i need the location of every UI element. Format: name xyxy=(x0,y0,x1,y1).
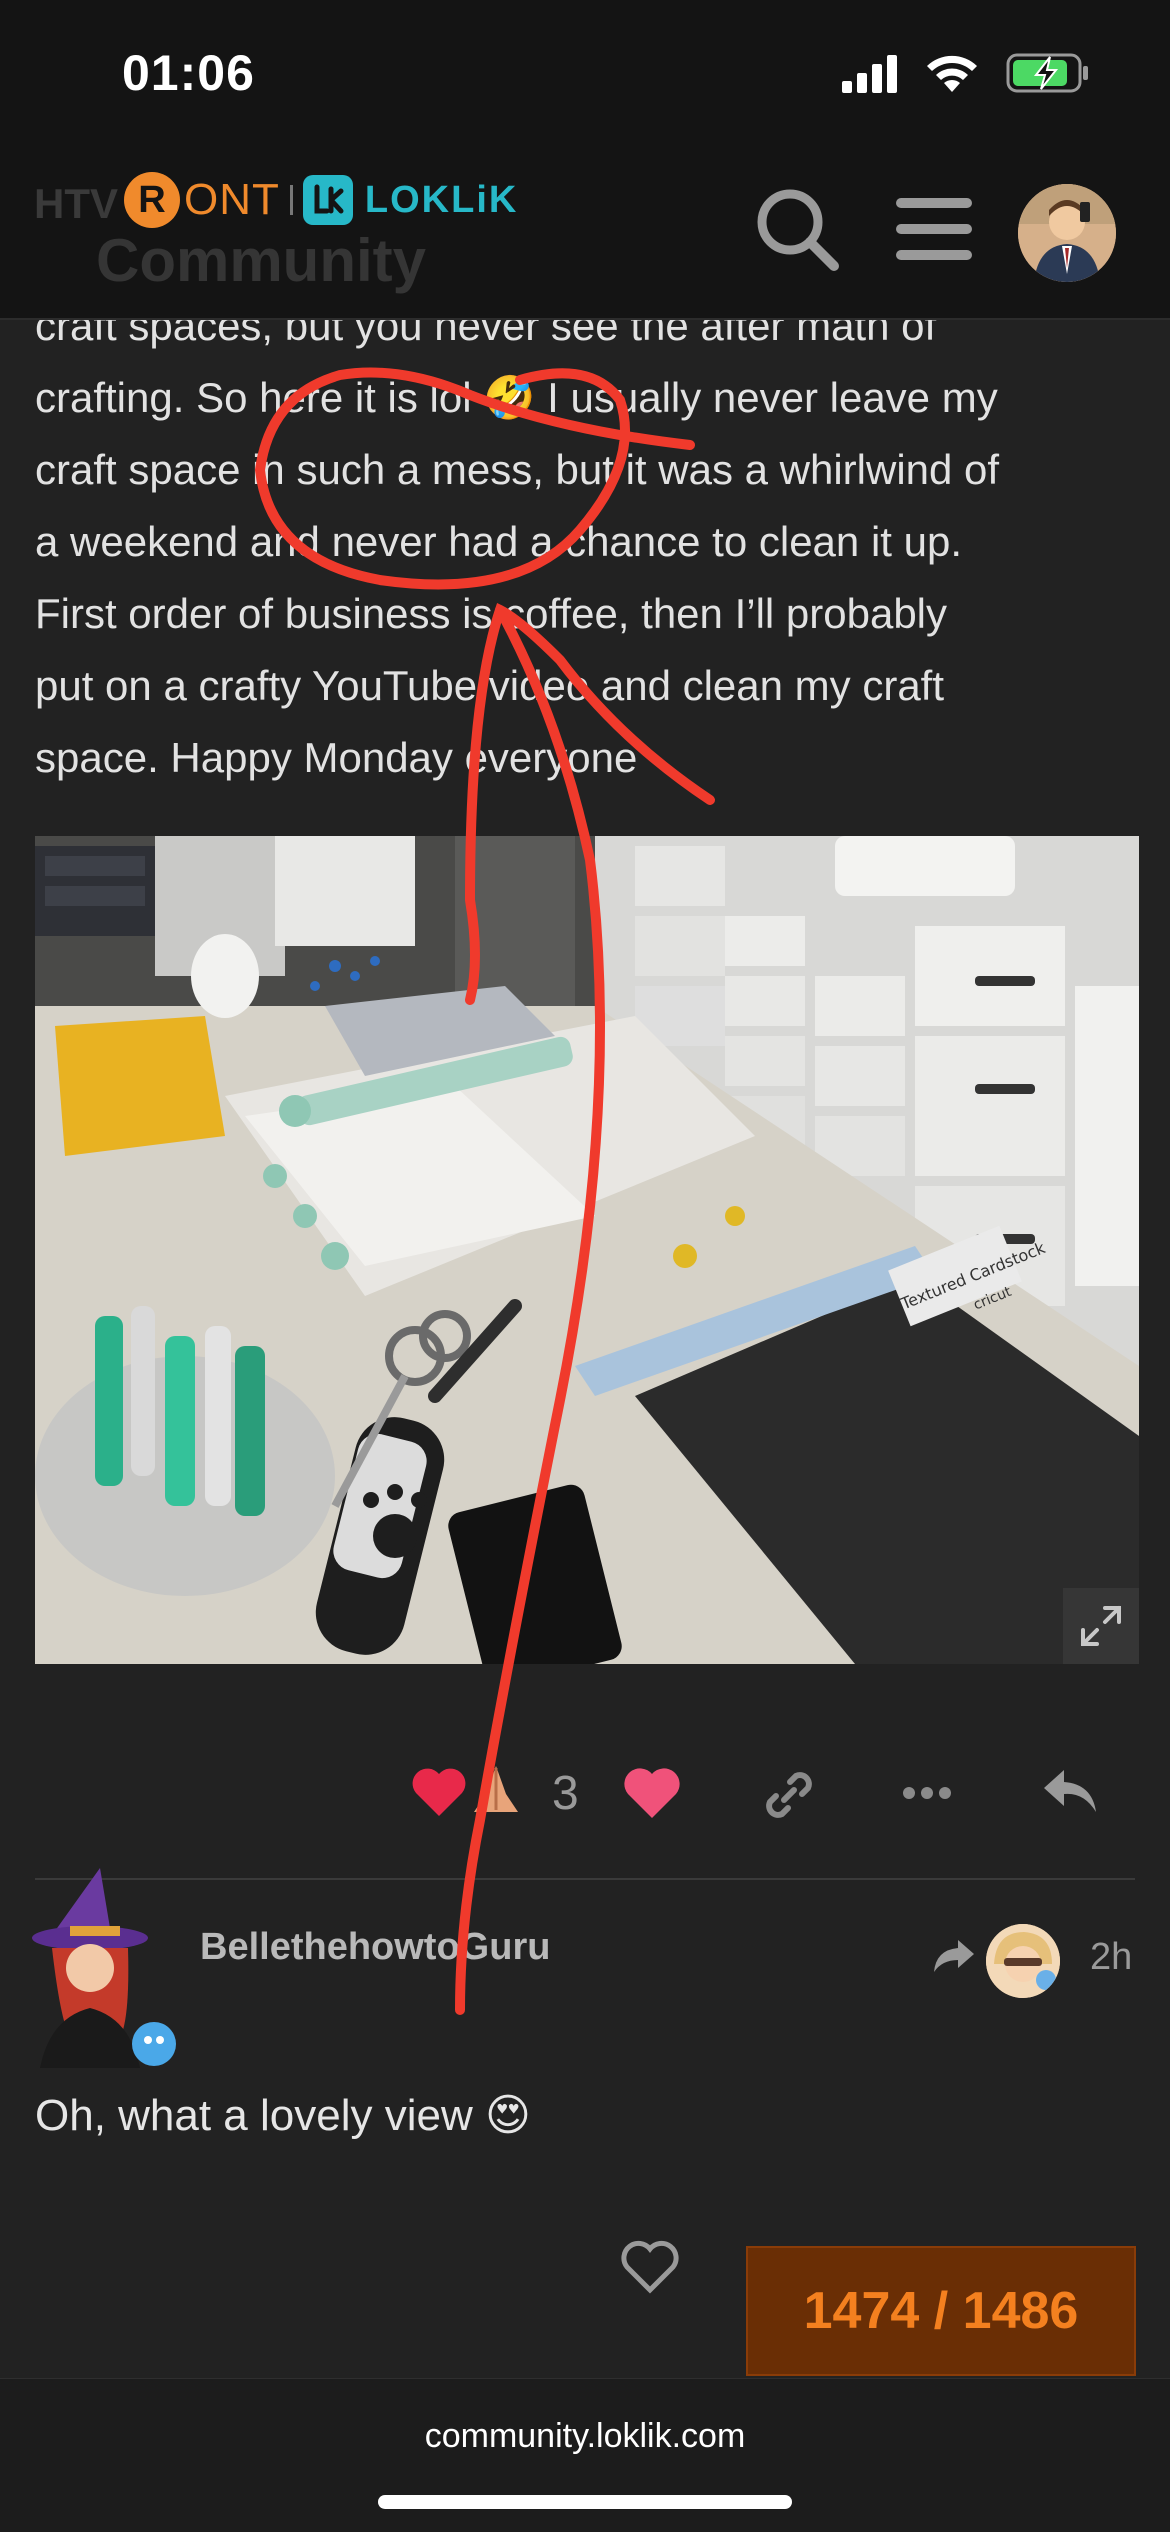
likes-count: 3 xyxy=(552,1767,579,1820)
copy-link-button[interactable] xyxy=(760,1766,818,1824)
home-indicator[interactable] xyxy=(378,2495,792,2509)
status-icons xyxy=(842,52,1090,94)
ront-logo-text: ONT xyxy=(184,175,280,224)
praying-hands-icon xyxy=(474,1766,518,1812)
avatar-icon xyxy=(1018,184,1116,282)
status-bar: 01:06 xyxy=(0,0,1170,160)
hamburger-icon xyxy=(896,198,972,260)
ghost-header-text: HTV xyxy=(34,180,118,227)
reply-timestamp[interactable]: 2h xyxy=(1090,1936,1132,1979)
signal-icon xyxy=(842,55,897,93)
search-button[interactable] xyxy=(752,184,842,274)
user-avatar[interactable] xyxy=(1018,184,1116,282)
post-divider xyxy=(35,1878,1135,1880)
ront-logo-mark: R xyxy=(124,172,180,228)
heart-reaction-icon xyxy=(412,1768,466,1816)
post-body: craft spaces, but you never see the afte… xyxy=(35,290,1145,794)
site-header: HTV Community R ONT LOKLiK xyxy=(0,160,1170,320)
craft-room-photo: Textured Cardstock cricut xyxy=(35,836,1139,1664)
expand-image-button[interactable] xyxy=(1063,1588,1139,1664)
browser-url[interactable]: community.loklik.com xyxy=(0,2417,1170,2456)
status-time: 01:06 xyxy=(122,45,255,101)
reply-author-avatar[interactable] xyxy=(30,1868,190,2068)
topic-progress[interactable]: 1474 / 1486 xyxy=(746,2246,1136,2376)
more-options-button[interactable] xyxy=(902,1786,952,1800)
post-line: put on a crafty YouTube video and clean … xyxy=(35,662,945,709)
expand-icon xyxy=(1081,1606,1121,1646)
menu-button[interactable] xyxy=(896,198,972,260)
loklik-logo-icon xyxy=(302,175,353,225)
reply-to-avatar[interactable] xyxy=(986,1924,1060,1998)
post-line: crafting. So here it is lol 🤣 I usually … xyxy=(35,374,998,421)
reply-button[interactable] xyxy=(1040,1764,1100,1820)
post-line: First order of business is coffee, then … xyxy=(35,590,948,637)
ghost-community-text: Community xyxy=(96,227,426,294)
battery-charging-icon xyxy=(1006,53,1088,93)
reply-to-icon[interactable] xyxy=(932,1938,976,1974)
reply-body: Oh, what a lovely view 😍 xyxy=(35,2091,531,2140)
wifi-icon xyxy=(927,55,977,92)
post-line: craft space in such a mess, but it was a… xyxy=(35,446,1000,493)
post-line: a weekend and never had a chance to clea… xyxy=(35,518,962,565)
avatar-icon xyxy=(986,1924,1060,1998)
like-button[interactable] xyxy=(622,1766,682,1820)
loklik-logo-text: LOKLiK xyxy=(364,178,519,221)
reply-like-button[interactable] xyxy=(620,2240,680,2294)
reply-username[interactable]: BellethehowtoGuru xyxy=(200,1926,550,1969)
logo-divider xyxy=(289,185,293,215)
site-logo[interactable]: R ONT LOKLiK xyxy=(124,172,518,228)
post-line: space. Happy Monday everyone xyxy=(35,734,638,781)
witch-avatar-icon xyxy=(32,1868,176,2068)
browser-bottom-bar: community.loklik.com xyxy=(0,2378,1170,2532)
post-photo[interactable]: Textured Cardstock cricut xyxy=(35,836,1139,1664)
search-icon xyxy=(757,189,839,271)
post-actions: 3 xyxy=(0,1760,1170,1830)
